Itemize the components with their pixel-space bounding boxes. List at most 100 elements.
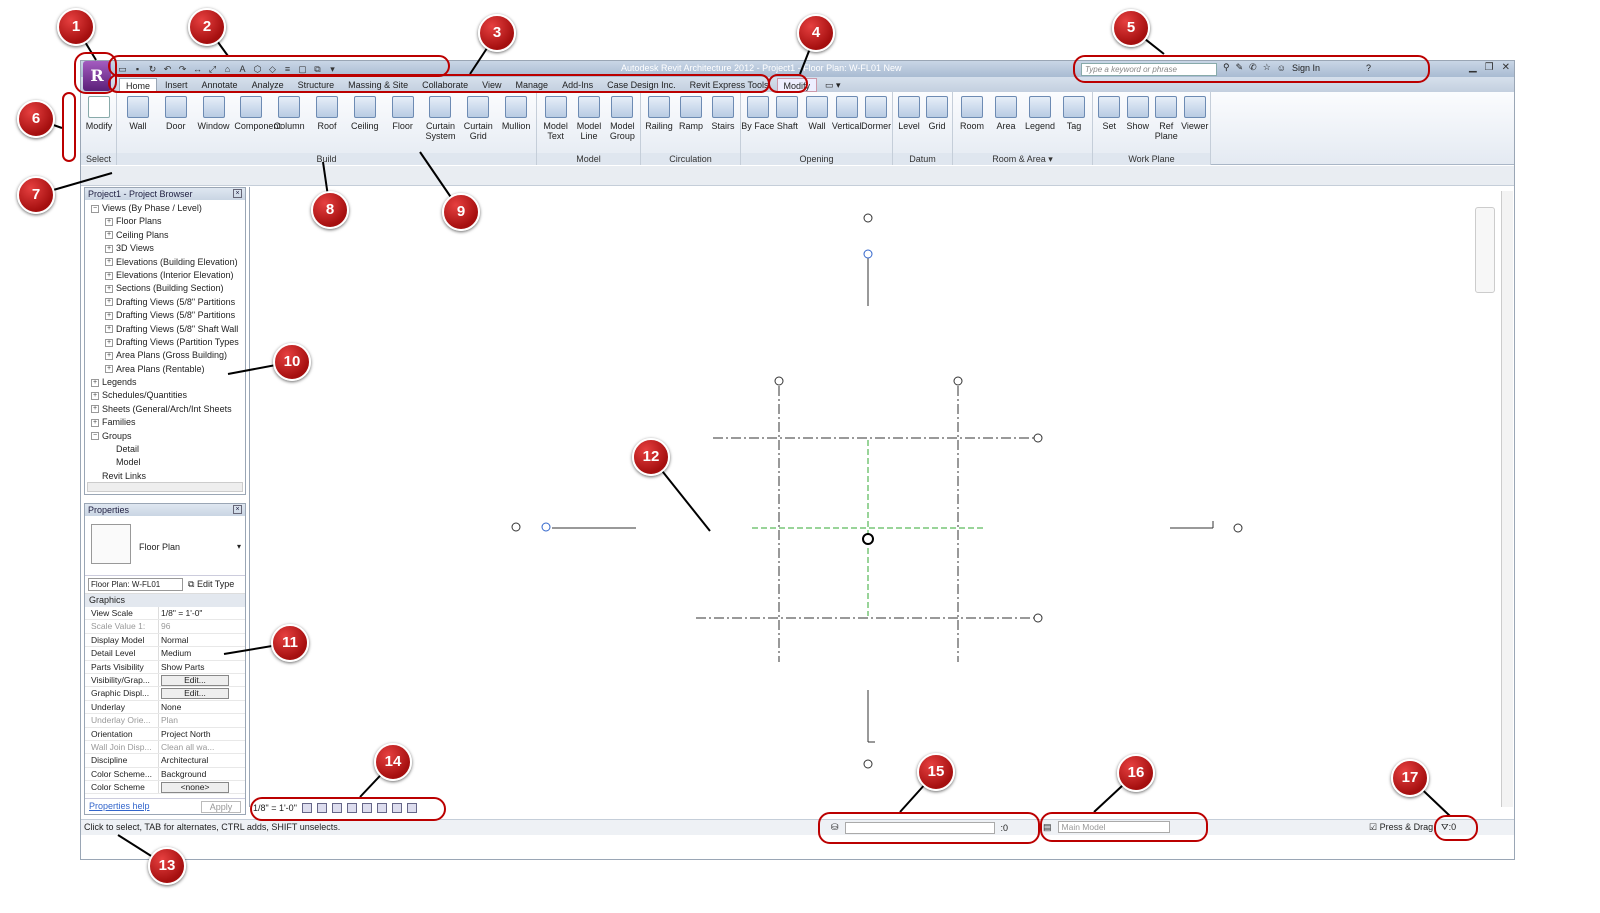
browser-tree-item[interactable]: − Views (By Phase / Level): [87, 202, 245, 215]
ribbon-tool[interactable]: Component: [234, 96, 281, 131]
dimension-icon[interactable]: ⤢: [207, 64, 218, 75]
expand-toggle-icon[interactable]: +: [91, 378, 99, 387]
sun-path-icon[interactable]: [331, 802, 342, 813]
show-crop-icon[interactable]: [376, 802, 387, 813]
ribbon-tool[interactable]: Model Text: [539, 96, 573, 141]
expand-toggle-icon[interactable]: +: [105, 311, 113, 320]
property-value[interactable]: Show Parts: [158, 660, 245, 673]
type-selector[interactable]: Floor Plan ▾: [85, 516, 245, 576]
restore-icon[interactable]: ❐: [1485, 62, 1494, 73]
help-icon[interactable]: ?: [1366, 63, 1371, 73]
property-value[interactable]: Edit...: [158, 687, 245, 700]
tab-manage[interactable]: Manage: [510, 78, 555, 92]
ribbon-tool[interactable]: Window: [197, 96, 231, 131]
measure-icon[interactable]: ↔: [192, 64, 203, 75]
edit-button[interactable]: Edit...: [161, 674, 229, 686]
vertical-scrollbar[interactable]: [1501, 191, 1513, 807]
browser-tree-item[interactable]: + Ceiling Plans: [87, 229, 245, 242]
property-value[interactable]: 96: [158, 620, 245, 633]
chevron-down-icon[interactable]: ▾: [237, 542, 241, 551]
browser-tree-item[interactable]: + Elevations (Interior Elevation): [87, 269, 245, 282]
crop-view-icon[interactable]: [361, 802, 372, 813]
expand-toggle-icon[interactable]: +: [91, 418, 99, 427]
expand-toggle-icon[interactable]: +: [105, 244, 113, 253]
property-value[interactable]: Clean all wa...: [158, 740, 245, 754]
browser-tree-item[interactable]: + Drafting Views (5/8" Shaft Wall: [87, 323, 245, 336]
browser-tree-item[interactable]: + Legends: [87, 376, 245, 389]
ribbon-tool[interactable]: Floor: [386, 96, 420, 131]
expand-toggle-icon[interactable]: −: [91, 204, 99, 213]
application-menu-button[interactable]: R: [83, 61, 111, 91]
browser-tree-item[interactable]: Detail: [87, 443, 245, 456]
communication-icon[interactable]: ✆: [1249, 62, 1257, 73]
property-value[interactable]: Plan: [158, 714, 245, 727]
tab-insert[interactable]: Insert: [159, 78, 194, 92]
expand-toggle-icon[interactable]: +: [105, 351, 113, 360]
subscription-icon[interactable]: ✎: [1236, 62, 1244, 73]
sign-in-button[interactable]: Sign In: [1292, 63, 1320, 73]
save-icon[interactable]: ▪: [132, 64, 143, 75]
ribbon-tool[interactable]: Railing: [642, 96, 676, 131]
browser-tree-item[interactable]: + Sections (Building Section): [87, 282, 245, 295]
ribbon-tool[interactable]: Ramp: [674, 96, 708, 131]
customize-qat-icon[interactable]: ▾: [327, 64, 338, 75]
property-value[interactable]: 1/8" = 1'-0": [158, 607, 245, 620]
tab-annotate[interactable]: Annotate: [196, 78, 244, 92]
shadows-icon[interactable]: [346, 802, 357, 813]
design-options-icon[interactable]: ▤: [1043, 822, 1052, 833]
browser-tree-item[interactable]: + Families: [87, 416, 245, 429]
browser-tree-item[interactable]: + Sheets (General/Arch/Int Sheets: [87, 403, 245, 416]
browser-tree-item[interactable]: + Schedules/Quantities: [87, 389, 245, 402]
binoculars-icon[interactable]: ⚲: [1223, 62, 1230, 73]
sync-icon[interactable]: ↻: [147, 64, 158, 75]
browser-tree-item[interactable]: Model: [87, 456, 245, 469]
browser-tree-item[interactable]: + Drafting Views (Partition Types: [87, 336, 245, 349]
property-value[interactable]: <none>: [158, 781, 245, 794]
close-icon[interactable]: ×: [233, 505, 242, 514]
browser-tree-item[interactable]: + Floor Plans: [87, 215, 245, 228]
browser-tree-item[interactable]: − Groups: [87, 430, 245, 443]
tab-massing-site[interactable]: Massing & Site: [342, 78, 414, 92]
property-value[interactable]: Normal: [158, 633, 245, 647]
section-icon[interactable]: ◇: [267, 64, 278, 75]
view-scale[interactable]: 1/8" = 1'-0": [253, 803, 297, 813]
property-value[interactable]: Background: [158, 767, 245, 781]
tag-icon[interactable]: ⌂: [222, 64, 233, 75]
ribbon-tool[interactable]: Room: [955, 96, 989, 131]
filter-control[interactable]: ⛛:0: [1441, 822, 1456, 833]
tab-modify[interactable]: Modify: [776, 77, 818, 92]
expand-toggle-icon[interactable]: +: [105, 284, 113, 293]
press-drag-checkbox[interactable]: ☑ Press & Drag: [1369, 822, 1433, 833]
expand-toggle-icon[interactable]: +: [105, 365, 113, 374]
group-graphics[interactable]: Graphics: [85, 594, 245, 607]
property-value[interactable]: Project North: [158, 727, 245, 740]
browser-tree-item[interactable]: +3D Views: [87, 242, 245, 255]
detail-level-icon[interactable]: [301, 802, 312, 813]
expand-toggle-icon[interactable]: +: [105, 218, 113, 227]
tab-collaborate[interactable]: Collaborate: [416, 78, 474, 92]
tab-add-ins[interactable]: Add-Ins: [556, 78, 599, 92]
browser-tree-item[interactable]: + Drafting Views (5/8" Partitions: [87, 309, 245, 322]
reveal-hidden-icon[interactable]: [406, 802, 417, 813]
ribbon-tool[interactable]: Grid: [920, 96, 954, 131]
visual-style-icon[interactable]: [316, 802, 327, 813]
active-workset-field[interactable]: [844, 821, 995, 834]
tab-structure[interactable]: Structure: [292, 78, 341, 92]
open-icon[interactable]: ▭: [117, 64, 128, 75]
tab-view[interactable]: View: [476, 78, 507, 92]
expand-toggle-icon[interactable]: +: [105, 338, 113, 347]
edit-button[interactable]: <none>: [161, 782, 229, 794]
redo-icon[interactable]: ↷: [177, 64, 188, 75]
ribbon-tool[interactable]: Dormer: [859, 96, 893, 131]
expand-toggle-icon[interactable]: +: [91, 392, 99, 401]
expand-toggle-icon[interactable]: +: [105, 298, 113, 307]
ribbon-tool[interactable]: Area: [989, 96, 1023, 131]
expand-toggle-icon[interactable]: +: [105, 325, 113, 334]
property-value[interactable]: Edit...: [158, 673, 245, 687]
temporary-hide-icon[interactable]: [391, 802, 402, 813]
edit-button[interactable]: Edit...: [161, 688, 229, 700]
navigation-bar[interactable]: [1475, 207, 1495, 293]
design-option-field[interactable]: Main Model: [1057, 821, 1170, 833]
close-hidden-icon[interactable]: ▢: [297, 64, 308, 75]
expand-toggle-icon[interactable]: +: [105, 231, 113, 240]
